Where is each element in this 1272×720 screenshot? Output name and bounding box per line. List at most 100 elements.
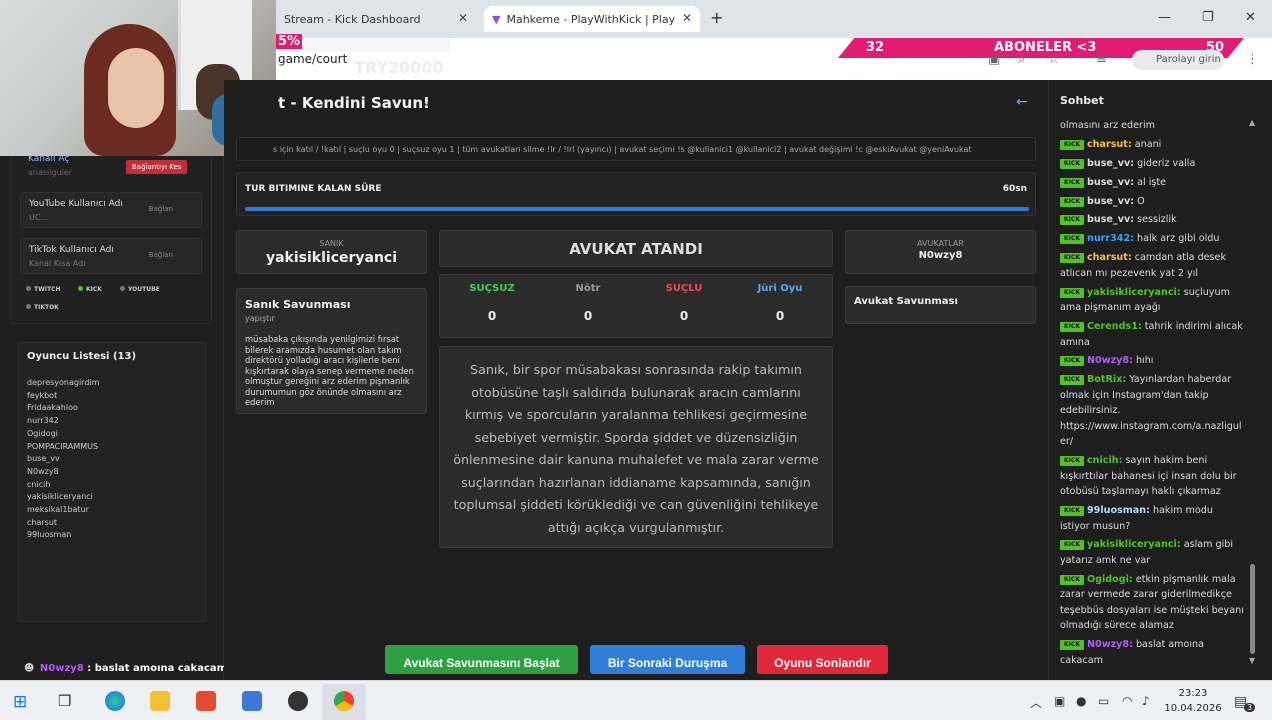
platform-tiktok: TIKTOK <box>26 304 59 311</box>
chat-text: sessizlik <box>1134 214 1177 226</box>
chat-username[interactable]: BotRix: <box>1087 374 1126 385</box>
close-window-icon[interactable]: ✕ <box>1245 10 1256 25</box>
url-text[interactable]: game/court <box>278 52 347 66</box>
chat-username[interactable]: N0wzy8: <box>1087 639 1133 650</box>
chat-username[interactable]: yakisikliceryanci: <box>1087 287 1181 298</box>
kick-badge-icon: KICK <box>1060 574 1084 585</box>
chat-message: KICK Ogidogi: etkin pişmanlık mala zarar … <box>1060 572 1244 634</box>
kick-badge-icon: KICK <box>1060 640 1084 651</box>
lawyers-card: AVUKATLAR N0wzy8 <box>845 230 1036 274</box>
back-arrow-icon[interactable]: ← <box>1016 94 1028 110</box>
chat-username[interactable]: Cerends1: <box>1087 321 1142 332</box>
wifi-icon[interactable]: ◠ <box>1122 694 1132 708</box>
profile-button[interactable]: Parolayı girin <box>1132 50 1224 70</box>
chat-text: hıhı <box>1132 355 1154 367</box>
tiktok-connect-button[interactable]: Bağlan <box>149 251 173 259</box>
player-item: nurr342 <box>27 416 59 426</box>
close-tab-icon[interactable]: ✕ <box>458 11 468 25</box>
task-view-icon[interactable]: ❒ <box>58 692 71 710</box>
platform-kick: KICK <box>78 286 102 293</box>
minimize-icon[interactable]: — <box>1158 10 1171 25</box>
scroll-up-icon[interactable]: ▲ <box>1249 118 1255 127</box>
youtube-connect-button[interactable]: Bağlan <box>149 205 173 213</box>
start-lawyer-defense-button[interactable]: Avukat Savunmasını Başlat <box>385 645 578 674</box>
kick-badge-icon: KICK <box>1060 196 1084 207</box>
end-game-button[interactable]: Oyunu Sonlandır <box>757 645 888 674</box>
close-tab-icon[interactable]: ✕ <box>682 11 692 25</box>
vote-count: 0 <box>487 309 497 323</box>
app-icon[interactable] <box>242 691 262 711</box>
kick-badge-icon: KICK <box>1060 215 1084 226</box>
store-icon[interactable] <box>196 691 216 711</box>
chat-username[interactable]: charsut: <box>1087 252 1132 263</box>
kick-badge-icon: KICK <box>1060 506 1084 517</box>
profile-label: Parolayı girin <box>1156 54 1221 65</box>
chat-message: KICK charsut: camdan atla desek atlıcan m… <box>1060 250 1244 281</box>
tab-mahkeme[interactable]: ▼ Mahkeme - PlayWithKick | Play ✕ <box>484 6 700 32</box>
disconnect-button[interactable]: Bağlantıyı Kes <box>126 160 188 174</box>
obs-icon[interactable] <box>288 691 308 711</box>
battery-icon[interactable]: ▭ <box>1098 694 1109 708</box>
menu-kebab-icon[interactable]: ⋮ <box>1246 52 1259 67</box>
new-tab-button[interactable]: + <box>710 8 723 27</box>
microphone-icon[interactable]: ● <box>1076 694 1086 708</box>
chat-username[interactable]: buse_vv: <box>1087 196 1134 207</box>
verdict-banner: AVUKAT ATANDI <box>439 230 833 267</box>
chat-username[interactable]: buse_vv: <box>1087 158 1134 169</box>
vote-label: SUÇLU <box>665 283 703 294</box>
search-icon[interactable]: ⌕ <box>1018 52 1025 67</box>
chat-message: KICK N0wzy8: hıhı <box>1060 353 1244 369</box>
tray-chevron-icon[interactable]: ︿ <box>1030 694 1042 711</box>
chrome-icon[interactable] <box>334 691 354 711</box>
player-item: meksikal1batur <box>27 505 89 515</box>
tray-app-icon[interactable]: ▣ <box>1054 694 1065 708</box>
chat-message: KICK buse_vv: al işte <box>1060 175 1244 191</box>
chat-username[interactable]: N0wzy8: <box>1087 355 1133 366</box>
chat-username[interactable]: nurr342: <box>1087 233 1134 244</box>
kick-badge-icon: KICK <box>1060 139 1084 150</box>
youtube-input[interactable]: UC... <box>29 213 48 222</box>
chat-message: KICK buse_vv: O <box>1060 194 1244 210</box>
star-icon[interactable]: ☆ <box>1048 52 1060 67</box>
tab-kick-dashboard[interactable]: Stream - Kick Dashboard ✕ <box>276 6 476 32</box>
chat-username[interactable]: charsut: <box>1087 139 1132 150</box>
kick-badge-icon: KICK <box>1060 177 1084 188</box>
clock[interactable]: 23:23 10.04.2026 <box>1160 686 1226 716</box>
chat-username[interactable]: yakisikliceryanci: <box>1087 539 1181 550</box>
vote-label: Jüri Oyu <box>757 283 803 294</box>
player-list-title: Oyuncu Listesi (13) <box>27 351 137 362</box>
player-item: feykbot <box>27 390 58 400</box>
next-hearing-button[interactable]: Bir Sonraki Duruşma <box>590 645 745 674</box>
chat-message: KICK buse_vv: gideriz valla <box>1060 156 1244 172</box>
chat-scrollbar-thumb[interactable] <box>1250 564 1255 654</box>
chat-message: KICK Cerends1: tahrik indirimi alıcak amı… <box>1060 319 1244 350</box>
kick-badge-icon: KICK <box>1060 540 1084 551</box>
chat-username[interactable]: 99luosman: <box>1087 505 1150 516</box>
chat-username[interactable]: buse_vv: <box>1087 177 1134 188</box>
chat-text: camdan atla desek atlıcan mı pezevenk ya… <box>1060 252 1227 279</box>
screen-cast-icon[interactable]: ▣ <box>988 52 1000 67</box>
extensions-icon[interactable]: ≡ <box>1096 52 1107 67</box>
command-help-bar: s için katıl / !katıl | suçlu oyu 0 | su… <box>236 137 1036 161</box>
windows-start-icon[interactable]: ⊞ <box>13 692 27 712</box>
tiktok-input[interactable]: Kanal Kısa Adı <box>29 259 85 268</box>
player-item: Fridaakahloo <box>27 403 78 413</box>
overlay-code: TRY20000 <box>354 58 444 77</box>
volume-icon[interactable]: ♪ <box>1142 694 1150 708</box>
chat-username[interactable]: Ogidogi: <box>1087 574 1133 585</box>
edge-icon[interactable] <box>105 691 125 711</box>
timer-label: TUR BITIMINE KALAN SÜRE <box>245 184 382 194</box>
file-explorer-icon[interactable] <box>150 691 170 711</box>
vote-column: Jüri Oyu 0 <box>732 283 828 323</box>
kick-badge-icon: KICK <box>1060 287 1084 298</box>
chat-username[interactable]: cnicih: <box>1087 455 1122 466</box>
vote-count: 0 <box>679 309 689 323</box>
clock-time: 23:23 <box>1178 688 1208 699</box>
player-item: charsut <box>27 517 58 527</box>
defense-status: yapıştır <box>245 314 275 323</box>
scroll-down-icon[interactable]: ▼ <box>1249 656 1255 665</box>
chat-text: gideriz valla <box>1134 157 1196 169</box>
restore-icon[interactable]: ❐ <box>1202 10 1214 25</box>
chat-title: Sohbet <box>1060 94 1104 107</box>
chat-username[interactable]: buse_vv: <box>1087 214 1134 225</box>
